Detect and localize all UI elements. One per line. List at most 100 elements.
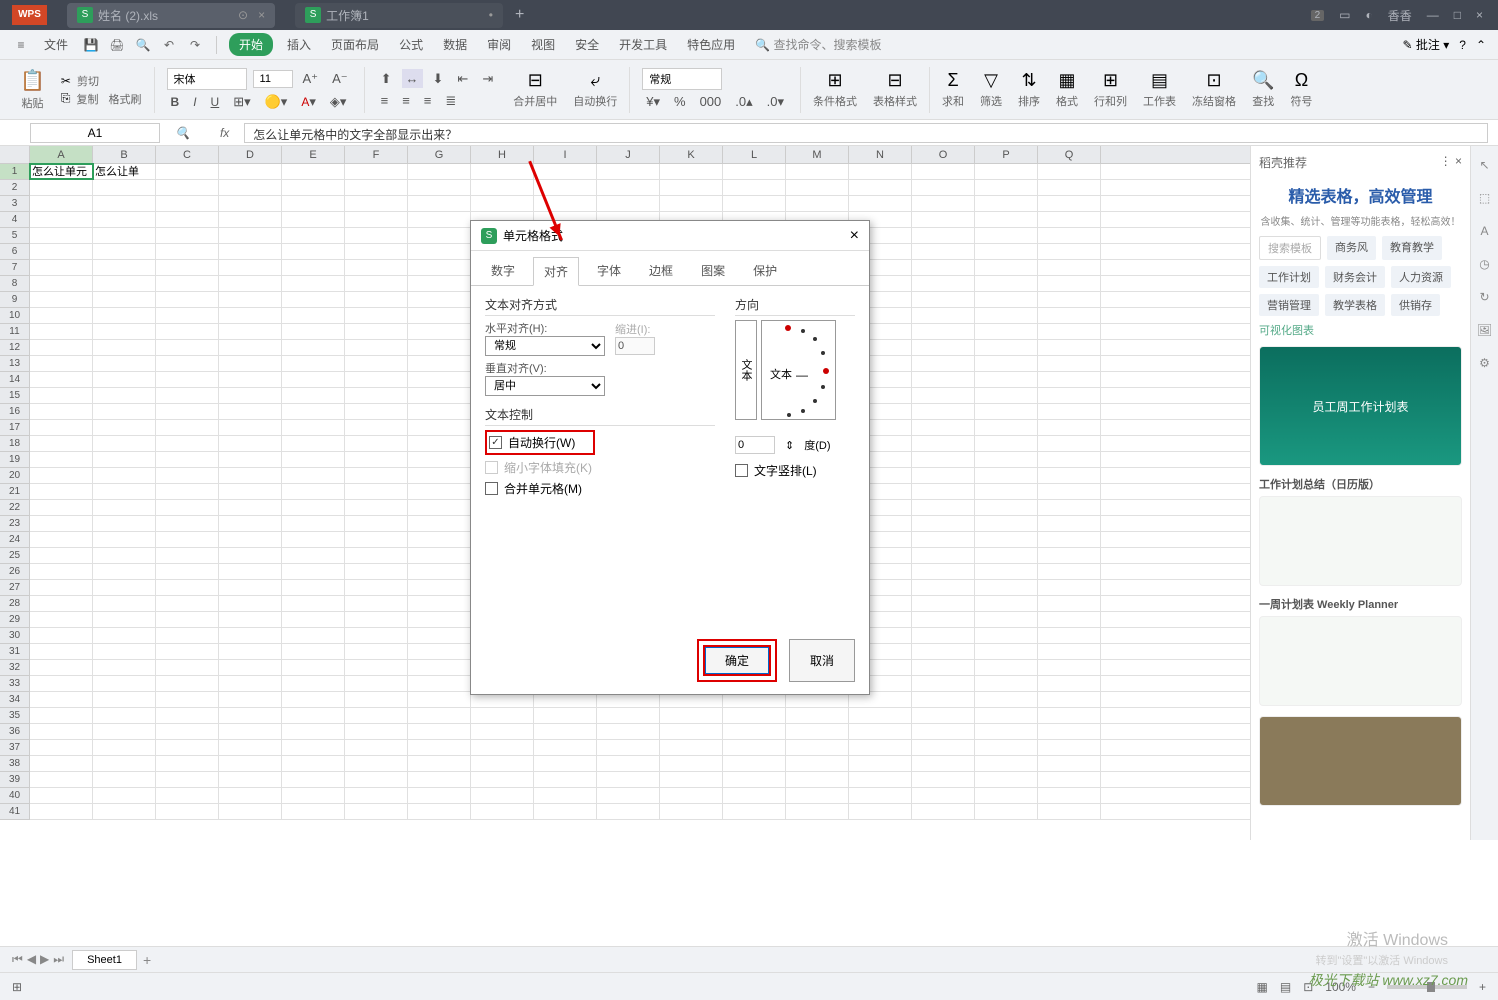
collapse-icon[interactable]: ⌃ xyxy=(1476,38,1486,52)
row-header[interactable]: 2 xyxy=(0,180,29,196)
menu-security[interactable]: 安全 xyxy=(569,32,605,57)
row-header[interactable]: 21 xyxy=(0,484,29,500)
row-header[interactable]: 27 xyxy=(0,580,29,596)
annotate-button[interactable]: ✎ 批注 ▾ xyxy=(1402,36,1449,53)
cut-icon[interactable]: ✂ xyxy=(61,74,71,88)
tab-border[interactable]: 边框 xyxy=(639,257,683,285)
cond-format-icon[interactable]: ⊞ xyxy=(827,70,842,91)
menu-special[interactable]: 特色应用 xyxy=(681,32,741,57)
row-header[interactable]: 10 xyxy=(0,308,29,324)
menu-view[interactable]: 视图 xyxy=(525,32,561,57)
highlight-icon[interactable]: ◈▾ xyxy=(326,92,351,112)
row-header[interactable]: 8 xyxy=(0,276,29,292)
row-header[interactable]: 18 xyxy=(0,436,29,452)
rowcol-icon[interactable]: ⊞ xyxy=(1103,70,1118,91)
indent-inc-icon[interactable]: ⇥ xyxy=(478,69,497,89)
doc-tab-1[interactable]: S 姓名 (2).xls ⊙ × xyxy=(67,3,275,28)
col-header[interactable]: E xyxy=(282,146,345,163)
row-header[interactable]: 31 xyxy=(0,644,29,660)
row-header[interactable]: 3 xyxy=(0,196,29,212)
row-header[interactable]: 19 xyxy=(0,452,29,468)
row-header[interactable]: 28 xyxy=(0,596,29,612)
file-menu[interactable]: 文件 xyxy=(38,32,74,57)
status-icon[interactable]: ⊞ xyxy=(12,980,22,994)
template-card[interactable]: 员工周工作计划表 xyxy=(1259,346,1462,466)
wrap-icon[interactable]: ⤶ xyxy=(590,70,600,91)
align-middle-icon[interactable]: ↔ xyxy=(402,69,423,88)
add-sheet-button[interactable]: + xyxy=(143,952,151,968)
select-icon[interactable]: ⬚ xyxy=(1476,189,1494,207)
tag-inventory[interactable]: 供销存 xyxy=(1391,294,1440,316)
degree-spinner[interactable] xyxy=(735,436,775,454)
filter-icon[interactable]: ▽ xyxy=(984,70,998,91)
select-all-corner[interactable] xyxy=(0,146,30,163)
menu-start[interactable]: 开始 xyxy=(229,33,273,56)
notification-badge[interactable]: 2 xyxy=(1311,10,1325,21)
zoom-icon[interactable]: 🔍 xyxy=(175,126,190,140)
cancel-button[interactable]: 取消 xyxy=(789,639,855,682)
row-header[interactable]: 29 xyxy=(0,612,29,628)
symbol-icon[interactable]: Ω xyxy=(1295,70,1308,91)
tag-finance[interactable]: 财务会计 xyxy=(1325,266,1385,288)
row-header[interactable]: 14 xyxy=(0,372,29,388)
tab-align[interactable]: 对齐 xyxy=(533,257,579,286)
row-header[interactable]: 12 xyxy=(0,340,29,356)
wrap-checkbox[interactable] xyxy=(489,436,502,449)
zoom-in-icon[interactable]: + xyxy=(1479,980,1486,994)
minimize-icon[interactable]: — xyxy=(1427,8,1439,22)
row-header[interactable]: 38 xyxy=(0,756,29,772)
name-box[interactable] xyxy=(30,123,160,143)
globe-icon[interactable]: ◐ xyxy=(1365,8,1372,22)
maximize-icon[interactable]: □ xyxy=(1454,8,1461,22)
menu-layout[interactable]: 页面布局 xyxy=(325,32,385,57)
col-header[interactable]: K xyxy=(660,146,723,163)
tab-pattern[interactable]: 图案 xyxy=(691,257,735,285)
template-card[interactable] xyxy=(1259,716,1462,806)
align-center-icon[interactable]: ≡ xyxy=(398,91,414,110)
image-icon[interactable]: 🖼 xyxy=(1476,321,1494,339)
tab-protect[interactable]: 保护 xyxy=(743,257,787,285)
row-header[interactable]: 25 xyxy=(0,548,29,564)
tab-number[interactable]: 数字 xyxy=(481,257,525,285)
thousands-icon[interactable]: 000 xyxy=(696,92,726,111)
menu-dev[interactable]: 开发工具 xyxy=(613,32,673,57)
view-normal-icon[interactable]: ▦ xyxy=(1257,980,1268,994)
format-icon[interactable]: ▦ xyxy=(1059,70,1076,91)
sort-icon[interactable]: ⇅ xyxy=(1021,70,1036,91)
chart-icon[interactable]: ◷ xyxy=(1476,255,1494,273)
cursor-icon[interactable]: ↖ xyxy=(1476,156,1494,174)
tag-business[interactable]: 商务风 xyxy=(1327,236,1376,260)
save-icon[interactable]: 💾 xyxy=(82,36,100,54)
sheet-tab[interactable]: Sheet1 xyxy=(72,950,137,970)
row-header[interactable]: 16 xyxy=(0,404,29,420)
ok-button[interactable]: 确定 xyxy=(703,645,771,676)
row-header[interactable]: 7 xyxy=(0,260,29,276)
hamburger-icon[interactable]: ≡ xyxy=(12,36,30,54)
tab-pin-icon[interactable]: ⊙ xyxy=(238,8,248,22)
row-header[interactable]: 15 xyxy=(0,388,29,404)
underline-icon[interactable]: U xyxy=(207,92,224,111)
doc-tab-2[interactable]: S 工作簿1 • xyxy=(295,3,503,28)
merge-checkbox[interactable] xyxy=(485,482,498,495)
user-label[interactable]: 香香 xyxy=(1388,7,1412,24)
find-icon[interactable]: 🔍 xyxy=(1252,70,1274,91)
new-tab-button[interactable]: + xyxy=(515,6,524,24)
template-card[interactable] xyxy=(1259,496,1462,586)
indent-dec-icon[interactable]: ⇤ xyxy=(453,69,472,89)
row-header[interactable]: 36 xyxy=(0,724,29,740)
dialog-close-icon[interactable]: × xyxy=(850,227,859,245)
halign-select[interactable]: 常规 xyxy=(485,336,605,356)
sum-icon[interactable]: Σ xyxy=(947,70,958,91)
close-icon[interactable]: × xyxy=(1476,8,1483,22)
tab-font[interactable]: 字体 xyxy=(587,257,631,285)
col-header[interactable]: H xyxy=(471,146,534,163)
template-card[interactable] xyxy=(1259,616,1462,706)
tag-workplan[interactable]: 工作计划 xyxy=(1259,266,1319,288)
property-icon[interactable]: A xyxy=(1476,222,1494,240)
formula-bar[interactable]: 怎么让单元格中的文字全部显示出来？ xyxy=(244,123,1488,143)
row-header[interactable]: 39 xyxy=(0,772,29,788)
worksheet-icon[interactable]: ▤ xyxy=(1151,70,1168,91)
col-header[interactable]: M xyxy=(786,146,849,163)
row-header[interactable]: 41 xyxy=(0,804,29,820)
col-header[interactable]: C xyxy=(156,146,219,163)
